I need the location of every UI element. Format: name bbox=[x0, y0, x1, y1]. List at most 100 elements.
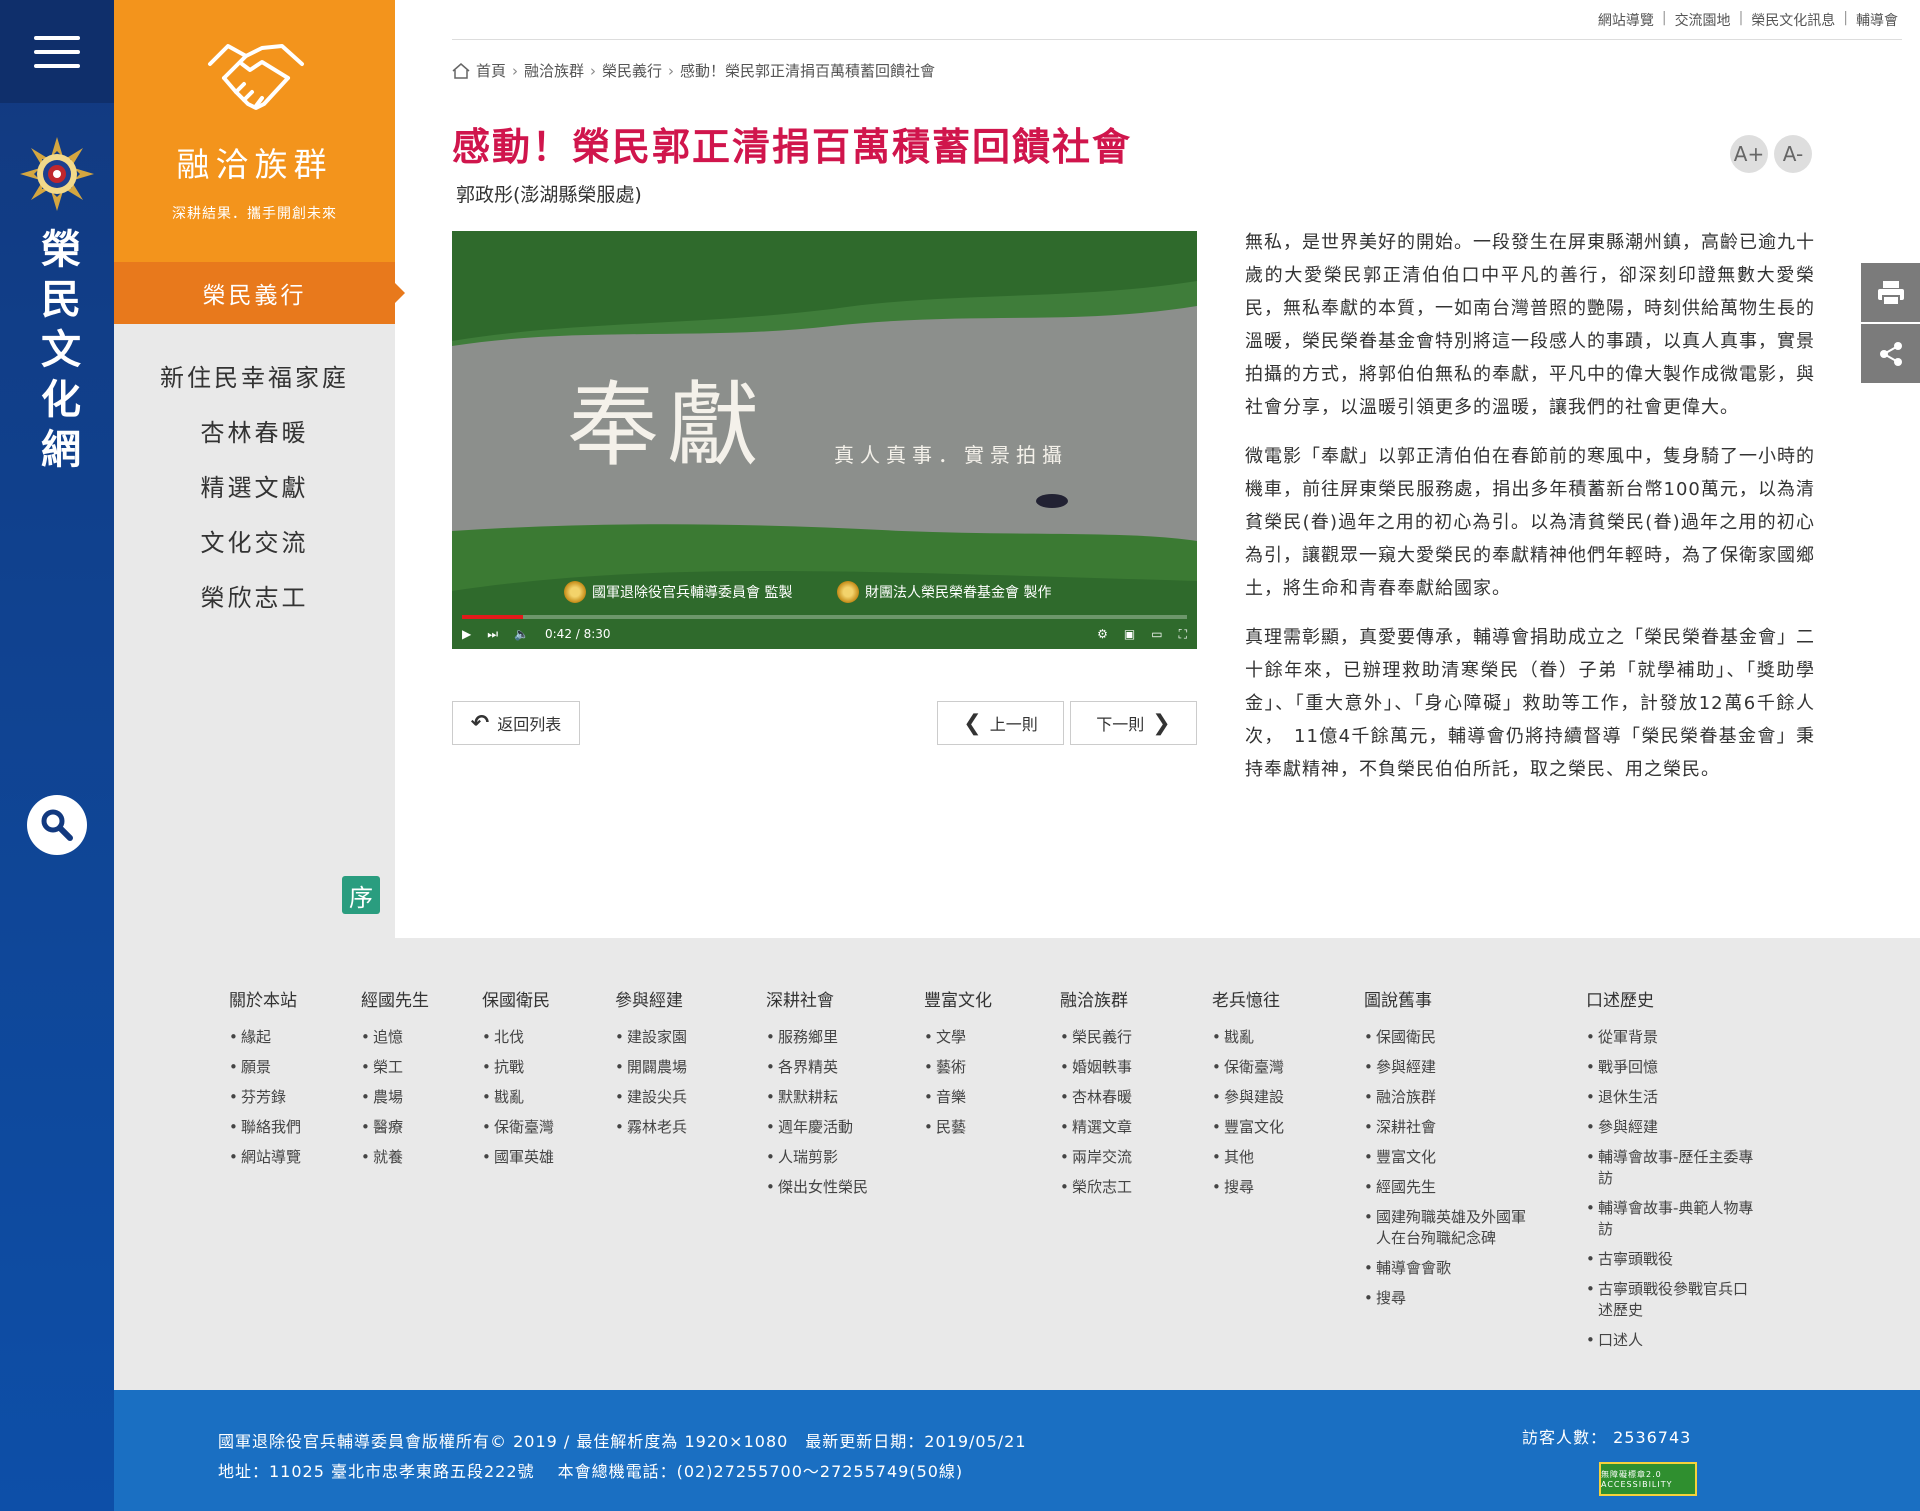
top-link-sitemap[interactable]: 網站導覽 bbox=[1598, 10, 1654, 30]
fullscreen-icon[interactable]: ⛶ bbox=[1179, 627, 1187, 642]
footer-link[interactable]: 古寧頭戰役 bbox=[1586, 1249, 1756, 1270]
footer-link[interactable]: 輔導會會歌 bbox=[1364, 1258, 1534, 1279]
footer-link[interactable]: 兩岸交流 bbox=[1060, 1147, 1132, 1168]
play-icon[interactable]: ▶ bbox=[462, 627, 471, 641]
footer-column-title[interactable]: 圖說舊事 bbox=[1364, 986, 1534, 1011]
footer-column-title[interactable]: 保國衛民 bbox=[482, 986, 554, 1011]
footer-column-title[interactable]: 經國先生 bbox=[361, 986, 429, 1011]
footer-column-title[interactable]: 融洽族群 bbox=[1060, 986, 1132, 1011]
theater-icon[interactable]: ▭ bbox=[1151, 627, 1162, 642]
footer-link[interactable]: 霧林老兵 bbox=[615, 1117, 687, 1138]
footer-column-title[interactable]: 老兵憶往 bbox=[1212, 986, 1284, 1011]
top-link-forum[interactable]: 交流園地 bbox=[1675, 10, 1731, 30]
footer-column-title[interactable]: 參與經建 bbox=[615, 986, 687, 1011]
footer-link[interactable]: 緣起 bbox=[229, 1027, 301, 1048]
sidebar-item-active[interactable]: 榮民義行 bbox=[114, 262, 405, 324]
preface-seal-button[interactable]: 序 bbox=[342, 876, 380, 914]
footer-link[interactable]: 民藝 bbox=[924, 1117, 992, 1138]
footer-link[interactable]: 人瑞剪影 bbox=[766, 1147, 868, 1168]
top-link-vac[interactable]: 輔導會 bbox=[1856, 10, 1898, 30]
footer-link[interactable]: 國軍英雄 bbox=[482, 1147, 554, 1168]
video-player[interactable]: 奉獻 真人真事．實景拍攝 國軍退除役官兵輔導委員會 監製 財團法人榮民榮眷基金會… bbox=[452, 231, 1197, 649]
footer-link[interactable]: 搜尋 bbox=[1364, 1288, 1534, 1309]
footer-link[interactable]: 其他 bbox=[1212, 1147, 1284, 1168]
sidebar-item-literature[interactable]: 精選文獻 bbox=[114, 458, 395, 513]
footer-link[interactable]: 退休生活 bbox=[1586, 1087, 1756, 1108]
footer-link[interactable]: 文學 bbox=[924, 1027, 992, 1048]
previous-button[interactable]: ❮ 上一則 bbox=[937, 701, 1064, 745]
footer-column-title[interactable]: 口述歷史 bbox=[1586, 986, 1756, 1011]
video-progress-bar[interactable] bbox=[462, 615, 1187, 619]
footer-link[interactable]: 輔導會故事-典範人物專訪 bbox=[1586, 1198, 1756, 1240]
accessibility-badge[interactable]: 無障礙標章2.0 ACCESSIBILITY bbox=[1599, 1462, 1697, 1496]
footer-link[interactable]: 默默耕耘 bbox=[766, 1087, 868, 1108]
footer-link[interactable]: 抗戰 bbox=[482, 1057, 554, 1078]
footer-link[interactable]: 杏林春暖 bbox=[1060, 1087, 1132, 1108]
footer-link[interactable]: 醫療 bbox=[361, 1117, 429, 1138]
footer-link[interactable]: 週年慶活動 bbox=[766, 1117, 868, 1138]
footer-link[interactable]: 參與經建 bbox=[1586, 1117, 1756, 1138]
footer-link[interactable]: 從軍背景 bbox=[1586, 1027, 1756, 1048]
next-button[interactable]: 下一則 ❯ bbox=[1070, 701, 1197, 745]
footer-link[interactable]: 榮民義行 bbox=[1060, 1027, 1132, 1048]
footer-link[interactable]: 願景 bbox=[229, 1057, 301, 1078]
sidebar-item-new-residents[interactable]: 新住民幸福家庭 bbox=[114, 348, 395, 403]
font-increase-button[interactable]: A+ bbox=[1730, 135, 1768, 173]
footer-link[interactable]: 古寧頭戰役參戰官兵口述歷史 bbox=[1586, 1279, 1756, 1321]
sidebar-item-culture-exchange[interactable]: 文化交流 bbox=[114, 513, 395, 568]
footer-link[interactable]: 國建殉職英雄及外國軍人在台殉職紀念碑 bbox=[1364, 1207, 1534, 1249]
footer-column-title[interactable]: 關於本站 bbox=[229, 986, 301, 1011]
sidebar-item-volunteers[interactable]: 榮欣志工 bbox=[114, 568, 395, 623]
settings-icon[interactable]: ⚙ bbox=[1097, 627, 1108, 642]
print-button[interactable] bbox=[1861, 263, 1920, 322]
top-link-news[interactable]: 榮民文化訊息 bbox=[1751, 10, 1835, 30]
footer-link[interactable]: 口述人 bbox=[1586, 1330, 1756, 1351]
footer-link[interactable]: 參與建設 bbox=[1212, 1087, 1284, 1108]
footer-link[interactable]: 輔導會故事-歷任主委專訪 bbox=[1586, 1147, 1756, 1189]
breadcrumb-home[interactable]: 首頁 bbox=[476, 60, 506, 81]
breadcrumb-section[interactable]: 融洽族群 bbox=[524, 60, 584, 81]
hamburger-menu-button[interactable] bbox=[0, 0, 114, 103]
footer-link[interactable]: 追憶 bbox=[361, 1027, 429, 1048]
footer-link[interactable]: 傑出女性榮民 bbox=[766, 1177, 868, 1198]
footer-link[interactable]: 豐富文化 bbox=[1212, 1117, 1284, 1138]
footer-link[interactable]: 戡亂 bbox=[482, 1087, 554, 1108]
miniplayer-icon[interactable]: ▣ bbox=[1124, 627, 1135, 642]
footer-link[interactable]: 精選文章 bbox=[1060, 1117, 1132, 1138]
footer-link[interactable]: 開闢農場 bbox=[615, 1057, 687, 1078]
footer-link[interactable]: 婚姻軼事 bbox=[1060, 1057, 1132, 1078]
footer-link[interactable]: 網站導覽 bbox=[229, 1147, 301, 1168]
footer-link[interactable]: 榮工 bbox=[361, 1057, 429, 1078]
font-decrease-button[interactable]: A- bbox=[1774, 135, 1812, 173]
veterans-emblem-logo[interactable] bbox=[20, 137, 94, 211]
footer-link[interactable]: 各界精英 bbox=[766, 1057, 868, 1078]
back-to-list-button[interactable]: ↶ 返回列表 bbox=[452, 701, 580, 745]
footer-link[interactable]: 藝術 bbox=[924, 1057, 992, 1078]
footer-link[interactable]: 戡亂 bbox=[1212, 1027, 1284, 1048]
footer-link[interactable]: 戰爭回憶 bbox=[1586, 1057, 1756, 1078]
sidebar-item-medical[interactable]: 杏林春暖 bbox=[114, 403, 395, 458]
footer-link[interactable]: 融洽族群 bbox=[1364, 1087, 1534, 1108]
footer-link[interactable]: 建設尖兵 bbox=[615, 1087, 687, 1108]
share-button[interactable] bbox=[1861, 324, 1920, 383]
footer-column-title[interactable]: 深耕社會 bbox=[766, 986, 868, 1011]
breadcrumb-category[interactable]: 榮民義行 bbox=[602, 60, 662, 81]
footer-link[interactable]: 深耕社會 bbox=[1364, 1117, 1534, 1138]
footer-column-title[interactable]: 豐富文化 bbox=[924, 986, 992, 1011]
footer-link[interactable]: 聯絡我們 bbox=[229, 1117, 301, 1138]
footer-link[interactable]: 豐富文化 bbox=[1364, 1147, 1534, 1168]
footer-link[interactable]: 農場 bbox=[361, 1087, 429, 1108]
footer-link[interactable]: 芬芳錄 bbox=[229, 1087, 301, 1108]
search-button[interactable] bbox=[27, 795, 87, 855]
footer-link[interactable]: 北伐 bbox=[482, 1027, 554, 1048]
footer-link[interactable]: 保衛臺灣 bbox=[482, 1117, 554, 1138]
footer-link[interactable]: 音樂 bbox=[924, 1087, 992, 1108]
footer-link[interactable]: 經國先生 bbox=[1364, 1177, 1534, 1198]
footer-link[interactable]: 榮欣志工 bbox=[1060, 1177, 1132, 1198]
footer-link[interactable]: 搜尋 bbox=[1212, 1177, 1284, 1198]
footer-link[interactable]: 建設家園 bbox=[615, 1027, 687, 1048]
next-track-icon[interactable]: ⏭ bbox=[487, 627, 498, 642]
footer-link[interactable]: 保衛臺灣 bbox=[1212, 1057, 1284, 1078]
volume-icon[interactable]: 🔈 bbox=[514, 627, 529, 641]
footer-link[interactable]: 服務鄉里 bbox=[766, 1027, 868, 1048]
